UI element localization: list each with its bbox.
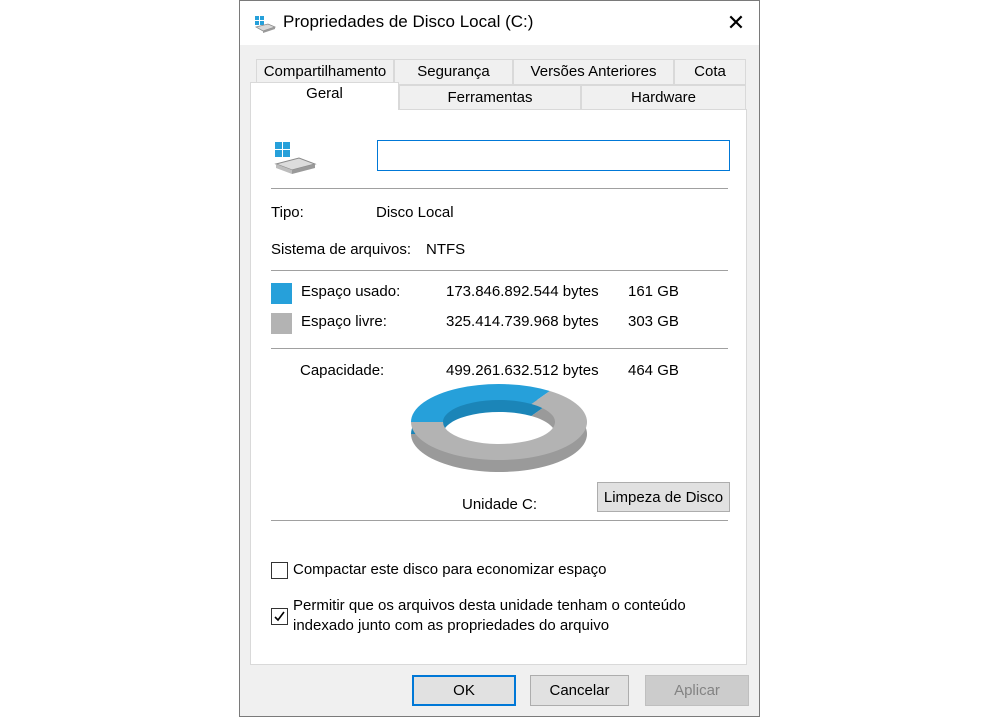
capacity-gb: 464 GB — [628, 362, 679, 379]
filesystem-value: NTFS — [426, 241, 466, 258]
cancel-button[interactable]: Cancelar — [530, 675, 629, 706]
tab-hardware[interactable]: Hardware — [581, 85, 746, 111]
free-space-gb: 303 GB — [628, 313, 679, 330]
filesystem-label: Sistema de arquivos: — [271, 241, 412, 258]
disk-usage-donut — [411, 384, 587, 472]
tab-versoes-anteriores[interactable]: Versões Anteriores — [513, 59, 674, 85]
close-icon: ✕ — [726, 10, 746, 35]
apply-button[interactable]: Aplicar — [645, 675, 749, 706]
free-space-swatch — [271, 313, 292, 334]
tab-cota[interactable]: Cota — [674, 59, 746, 85]
index-checkbox[interactable] — [271, 608, 288, 625]
tab-ferramentas[interactable]: Ferramentas — [399, 85, 581, 111]
capacity-label: Capacidade: — [300, 362, 385, 379]
properties-dialog: Propriedades de Disco Local (C:) ✕ Compa… — [239, 0, 760, 717]
used-space-gb: 161 GB — [628, 283, 679, 300]
used-space-bytes: 173.846.892.544 bytes — [446, 283, 599, 300]
separator — [271, 188, 728, 190]
title-bar[interactable]: Propriedades de Disco Local (C:) ✕ — [240, 1, 759, 45]
ok-button[interactable]: OK — [412, 675, 516, 706]
separator — [271, 348, 728, 350]
free-space-label: Espaço livre: — [301, 313, 387, 330]
drive-icon — [274, 142, 317, 174]
close-button[interactable]: ✕ — [713, 1, 759, 45]
index-label-line1: Permitir que os arquivos desta unidade t… — [293, 597, 686, 614]
general-tab-panel: Tipo: Disco Local Sistema de arquivos: N… — [250, 109, 747, 665]
used-space-swatch — [271, 283, 292, 304]
index-label-line2: indexado junto com as propriedades do ar… — [293, 617, 610, 634]
checkmark-icon — [274, 611, 285, 622]
drive-label: Unidade C: — [462, 496, 538, 513]
type-label: Tipo: — [271, 204, 304, 221]
separator — [271, 520, 728, 522]
separator — [271, 270, 728, 272]
compress-checkbox[interactable] — [271, 562, 288, 579]
free-space-bytes: 325.414.739.968 bytes — [446, 313, 599, 330]
drive-icon — [254, 16, 276, 33]
disk-cleanup-button[interactable]: Limpeza de Disco — [597, 482, 730, 512]
tab-geral[interactable]: Geral — [250, 82, 399, 110]
used-space-label: Espaço usado: — [301, 283, 401, 300]
capacity-bytes: 499.261.632.512 bytes — [446, 362, 599, 379]
type-value: Disco Local — [376, 204, 454, 221]
compress-label: Compactar este disco para economizar esp… — [293, 561, 607, 578]
drive-name-input[interactable] — [377, 140, 730, 171]
tab-seguranca[interactable]: Segurança — [394, 59, 513, 85]
window-title: Propriedades de Disco Local (C:) — [283, 12, 534, 31]
